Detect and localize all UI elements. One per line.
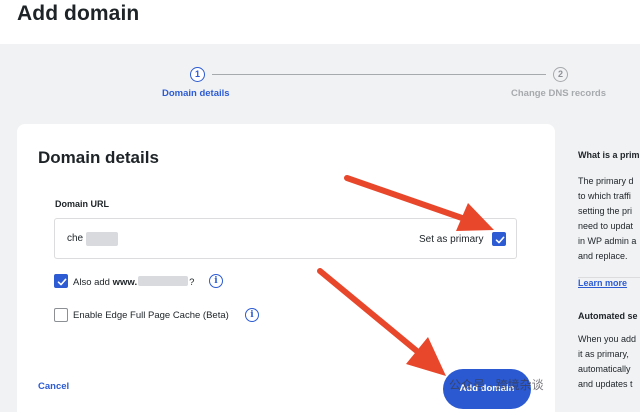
edge-cache-label: Enable Edge Full Page Cache (Beta) [73, 310, 229, 321]
sidebar-divider [578, 277, 640, 278]
info-icon[interactable]: i [245, 308, 259, 322]
www-prefix-text: Also add [73, 277, 113, 288]
stepper: 1 2 Domain details Change DNS records [0, 60, 640, 110]
checkmark-icon [495, 236, 505, 244]
step-2-label: Change DNS records [511, 88, 607, 99]
help-line: and replace. [578, 251, 628, 261]
info-icon[interactable]: i [209, 274, 223, 288]
domain-url-value: che [67, 233, 84, 244]
www-bold-text: www. [112, 277, 138, 288]
step-1-indicator: 1 [190, 67, 205, 82]
step-connector-line [212, 74, 546, 75]
page-header: Add domain [0, 0, 640, 44]
domain-url-label: Domain URL [55, 199, 109, 209]
help-line: to which traffi [578, 191, 631, 201]
help-sidebar: What is a prim The primary d to which tr… [578, 150, 640, 412]
cancel-link[interactable]: Cancel [38, 381, 69, 392]
card-title: Domain details [38, 148, 159, 167]
learn-more-link[interactable]: Learn more [578, 278, 640, 288]
help-line: it as primary, [578, 349, 629, 359]
step-1-label: Domain details [162, 88, 230, 99]
step-2-indicator: 2 [553, 67, 568, 82]
help-heading-automated: Automated se [578, 311, 638, 321]
help-line: The primary d [578, 176, 634, 186]
help-line: setting the pri [578, 206, 633, 216]
also-add-www-checkbox[interactable] [54, 274, 68, 288]
also-add-www-label: Also add www.? [73, 276, 194, 288]
help-line: automatically [578, 364, 631, 374]
www-suffix-text: ? [189, 277, 195, 288]
domain-url-input[interactable]: che Set as primary [54, 218, 517, 259]
help-paragraph-primary: The primary d to which traffi setting th… [578, 174, 640, 264]
help-line: and updates t [578, 379, 633, 389]
redacted-text [86, 232, 118, 246]
help-line: need to updat [578, 221, 634, 231]
help-heading-primary: What is a prim [578, 150, 640, 160]
page-title: Add domain [17, 2, 140, 25]
help-line: When you add [578, 334, 637, 344]
set-as-primary-checkbox[interactable] [492, 232, 506, 246]
help-line: in WP admin a [578, 236, 637, 246]
edge-cache-checkbox[interactable] [54, 308, 68, 322]
set-as-primary-label: Set as primary [419, 234, 484, 245]
help-paragraph-automated: When you add it as primary, automaticall… [578, 332, 640, 392]
checkmark-icon [57, 278, 67, 286]
redacted-text [138, 276, 189, 286]
